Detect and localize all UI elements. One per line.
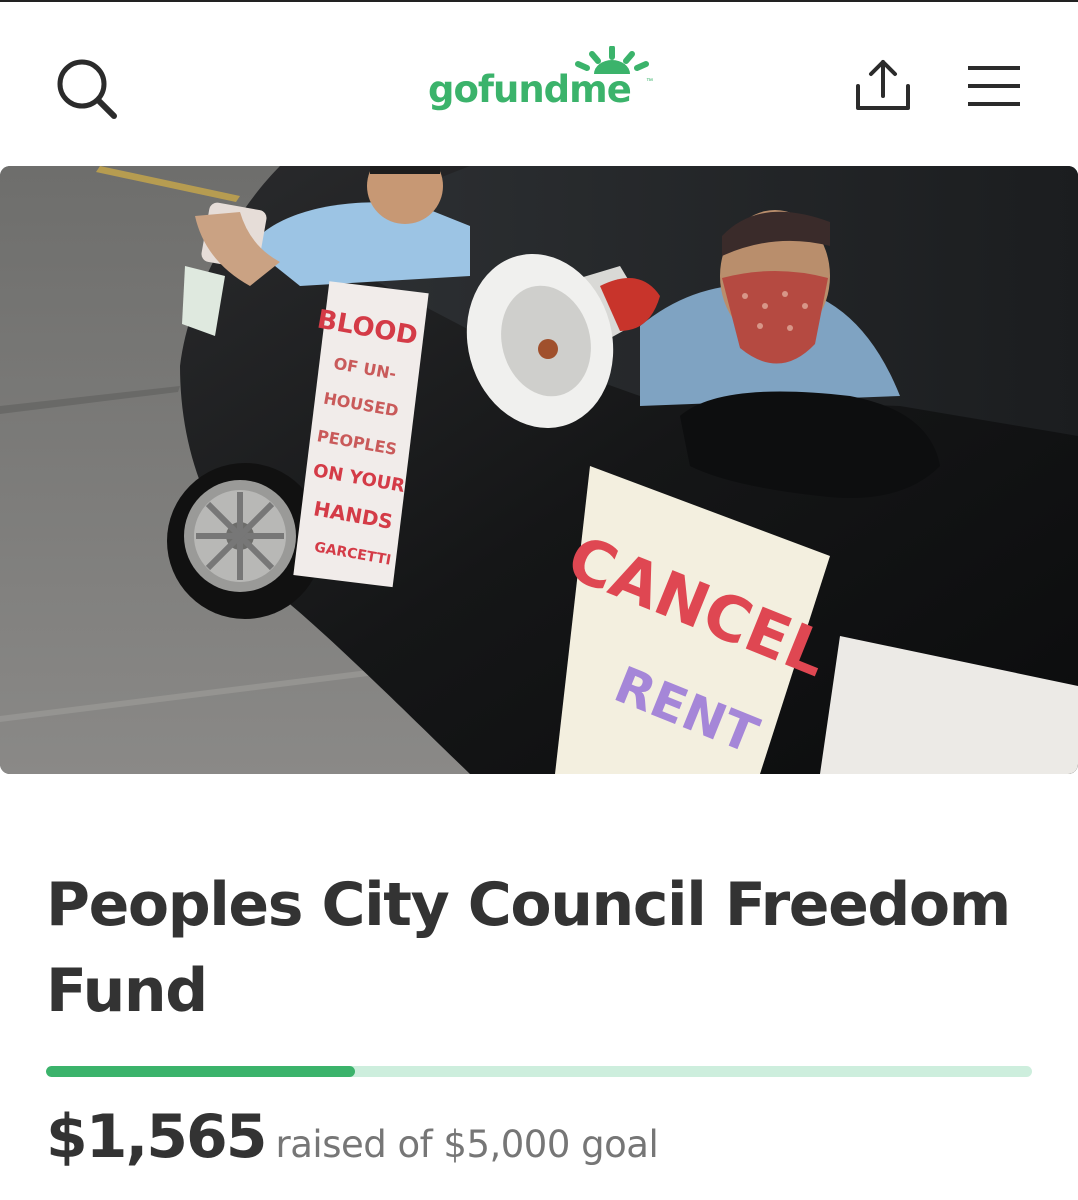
campaign-page: gofundme ™ BLOOD OF UN- HOUSED PEOPLES O…: [0, 0, 1078, 1200]
menu-button[interactable]: [966, 62, 1022, 110]
logo-wordmark: gofundme: [428, 68, 632, 111]
search-button[interactable]: [54, 56, 120, 122]
hero-photo: BLOOD OF UN- HOUSED PEOPLES ON YOUR HAND…: [0, 166, 1078, 774]
top-nav-bar: gofundme ™: [0, 0, 1078, 166]
gofundme-logo[interactable]: gofundme ™: [424, 46, 656, 126]
raised-goal-label: raised of $5,000 goal: [275, 1123, 659, 1166]
share-icon: [856, 60, 910, 110]
search-icon: [57, 59, 117, 119]
raised-amount: $1,565: [46, 1102, 268, 1172]
fundraising-progress-bar: [46, 1066, 1032, 1077]
amount-raised-summary: $1,565 raised of $5,000 goal: [46, 1102, 659, 1172]
logo-trademark: ™: [646, 78, 653, 85]
progress-fill: [46, 1066, 355, 1077]
campaign-hero-image[interactable]: BLOOD OF UN- HOUSED PEOPLES ON YOUR HAND…: [0, 166, 1078, 774]
campaign-title: Peoples City Council Freedom Fund: [46, 870, 1011, 1026]
share-button[interactable]: [852, 56, 914, 116]
hamburger-menu-icon: [968, 66, 1020, 106]
